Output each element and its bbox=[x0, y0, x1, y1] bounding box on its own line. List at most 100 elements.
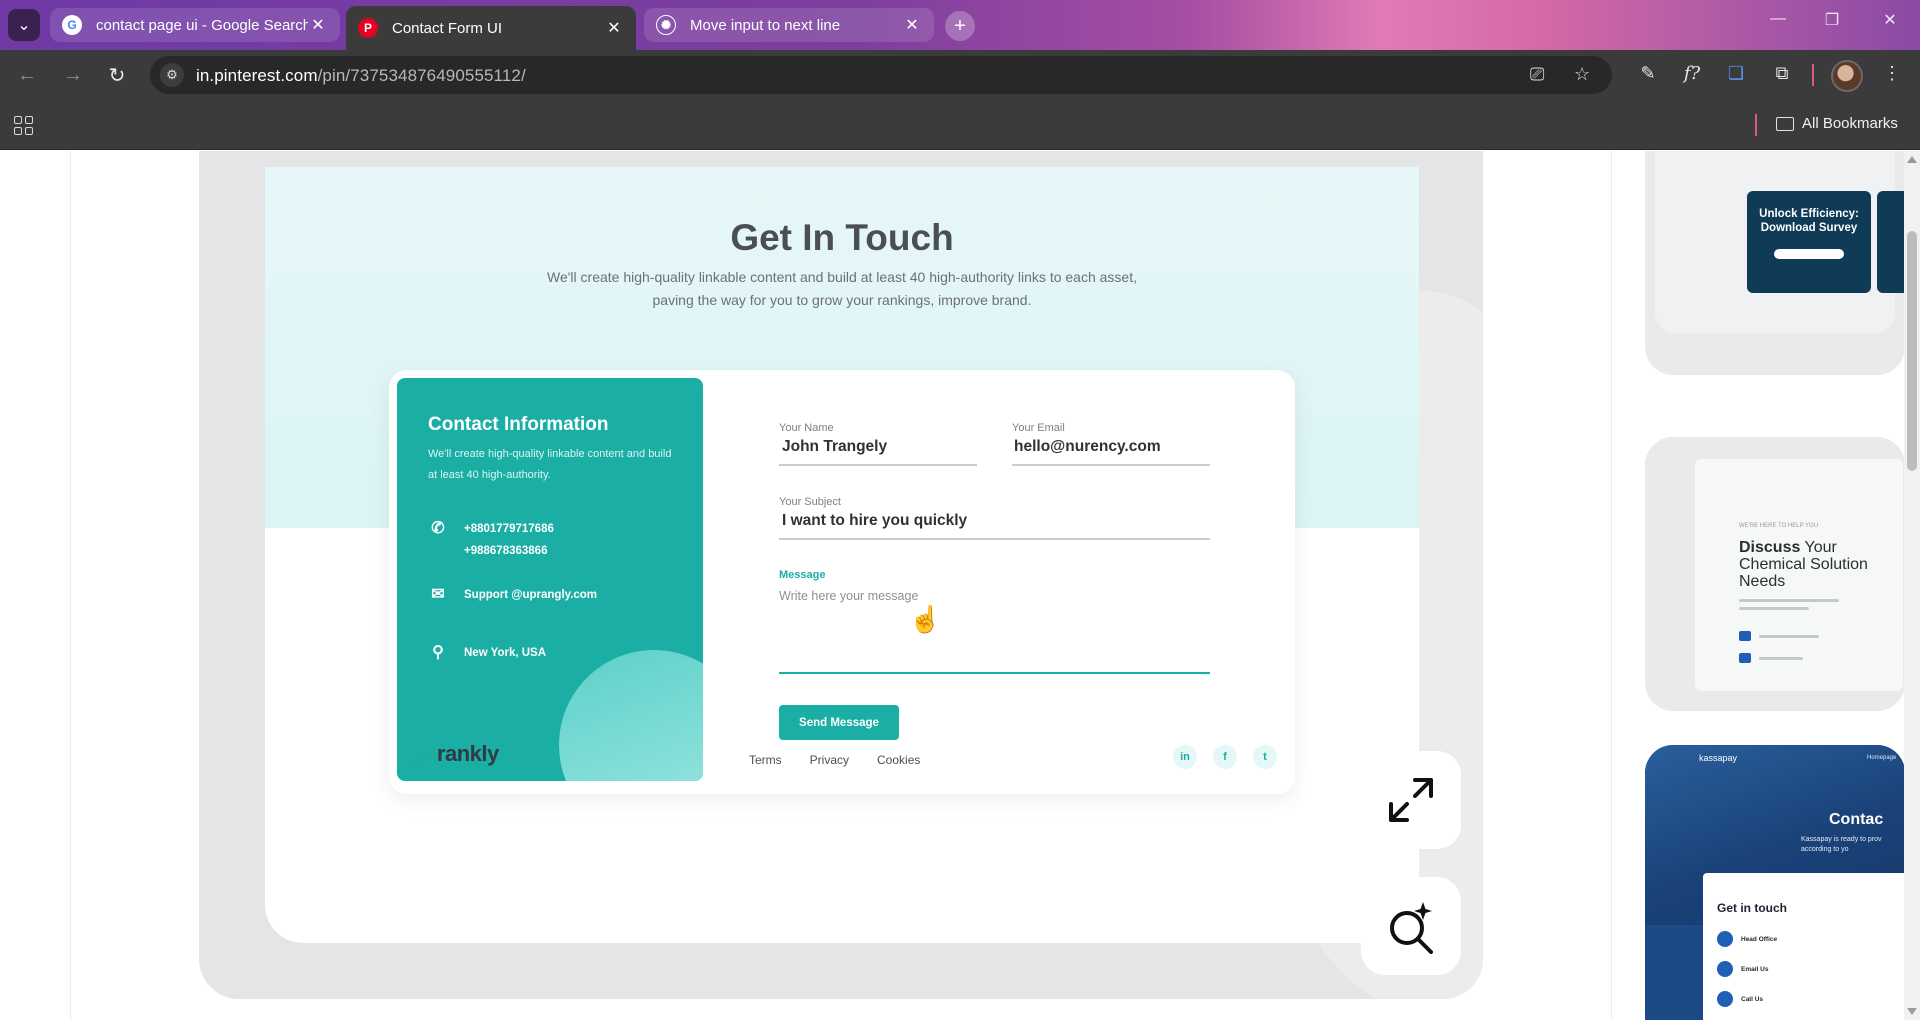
restore-icon[interactable]: ❐ bbox=[1812, 10, 1852, 30]
location-pin-icon: ⚲ bbox=[432, 644, 444, 661]
formula-extension-icon[interactable]: f? bbox=[1680, 63, 1704, 84]
forward-arrow-icon[interactable]: → bbox=[60, 62, 86, 88]
pin2-eyebrow: WE'RE HERE TO HELP YOU bbox=[1739, 523, 1819, 529]
location-pin-icon bbox=[1717, 931, 1733, 947]
pinterest-page: Get In Touch We'll create high-quality l… bbox=[0, 151, 1920, 1020]
reload-icon[interactable]: ↻ bbox=[104, 62, 130, 88]
copy-extension-icon[interactable]: ❏ bbox=[1724, 63, 1748, 84]
mail-icon: ✉ bbox=[431, 586, 445, 603]
chatgpt-icon: ✺ bbox=[656, 15, 676, 35]
all-bookmarks-button[interactable]: All Bookmarks bbox=[1776, 115, 1898, 132]
phone-icon bbox=[1717, 991, 1733, 1007]
pin-image-frame[interactable]: Get In Touch We'll create high-quality l… bbox=[199, 151, 1483, 999]
twitter-icon: t bbox=[1253, 745, 1277, 769]
pin-detail-column: Get In Touch We'll create high-quality l… bbox=[70, 151, 1612, 1020]
close-window-icon[interactable]: ✕ bbox=[1870, 10, 1910, 30]
pin3-panel-title: Get in touch bbox=[1717, 901, 1787, 915]
close-icon[interactable]: ✕ bbox=[604, 18, 624, 38]
message-label: Message bbox=[779, 569, 826, 581]
tab-title: Move input to next line bbox=[690, 16, 841, 34]
pin2-text-line bbox=[1739, 599, 1839, 602]
related-pin-1-image: Unlock Efficiency: Download Survey bbox=[1655, 151, 1905, 333]
folder-icon bbox=[1776, 116, 1794, 131]
download-pill bbox=[1774, 249, 1844, 259]
back-arrow-icon[interactable]: ← bbox=[14, 62, 40, 88]
pin-image: Get In Touch We'll create high-quality l… bbox=[265, 167, 1419, 943]
email-label: Your Email bbox=[1012, 422, 1065, 434]
bookmarks-bar: All Bookmarks bbox=[0, 100, 1920, 150]
pin3-item: Head Office bbox=[1717, 931, 1777, 947]
scroll-down-icon[interactable] bbox=[1907, 1008, 1917, 1015]
visual-search-button[interactable] bbox=[1361, 877, 1461, 975]
page-title: Get In Touch bbox=[730, 217, 954, 258]
mail-icon bbox=[1717, 961, 1733, 977]
extensions-puzzle-icon[interactable]: ⧉ bbox=[1770, 63, 1794, 84]
expand-image-button[interactable] bbox=[1361, 751, 1461, 849]
phone-icon: ✆ bbox=[431, 520, 445, 537]
pin2-text-line bbox=[1759, 635, 1819, 638]
tab-google-search[interactable]: G contact page ui - Google Search ✕ bbox=[50, 8, 340, 42]
contact-form-card: Contact Information We'll create high-qu… bbox=[389, 370, 1295, 794]
message-placeholder: Write here your message bbox=[779, 589, 919, 603]
pinterest-icon: P bbox=[358, 18, 378, 38]
toolbar-divider bbox=[1812, 64, 1814, 86]
related-pin-2-image: WE'RE HERE TO HELP YOU Discuss Your Chem… bbox=[1695, 459, 1903, 691]
subject-label: Your Subject bbox=[779, 496, 841, 508]
bookmark-star-icon[interactable]: ☆ bbox=[1574, 64, 1590, 85]
install-app-icon[interactable]: ⎚ bbox=[1530, 64, 1544, 85]
footer-social-icons: in f t bbox=[1173, 745, 1277, 769]
email-row: ✉ Support @uprangly.com bbox=[428, 584, 597, 606]
profile-avatar[interactable] bbox=[1831, 60, 1863, 92]
decorative-circle bbox=[559, 650, 703, 781]
more-menu-icon[interactable]: ⋮ bbox=[1880, 63, 1904, 84]
message-underline bbox=[779, 672, 1210, 674]
facebook-icon: f bbox=[1213, 745, 1237, 769]
pen-extension-icon[interactable]: ✎ bbox=[1636, 63, 1660, 84]
phone-row: ✆ +8801779717686 +988678363866 bbox=[428, 518, 554, 562]
footer-link-cookies: Cookies bbox=[877, 753, 921, 767]
survey-card-title: Unlock Efficiency: Download Survey bbox=[1759, 208, 1859, 234]
survey-card: Unlock Efficiency: Download Survey bbox=[1747, 191, 1871, 293]
pin3-heading: Contac bbox=[1829, 811, 1884, 828]
pin3-item: Call Us bbox=[1717, 991, 1763, 1007]
scrollbar-thumb[interactable] bbox=[1907, 231, 1917, 471]
address-bar[interactable]: ⚙ in.pinterest.com/pin/73753487649055511… bbox=[150, 56, 1612, 94]
footer-links: Terms Privacy Cookies bbox=[749, 753, 920, 767]
close-icon[interactable]: ✕ bbox=[902, 15, 922, 35]
pin3-subtext: Kassapay is ready to prov according to y… bbox=[1801, 836, 1882, 853]
linkedin-icon: in bbox=[1173, 745, 1197, 769]
related-pin-2[interactable]: WE'RE HERE TO HELP YOU Discuss Your Chem… bbox=[1645, 437, 1905, 711]
pin3-panel: Get in touch Head Office Email Us Call U… bbox=[1703, 873, 1905, 1020]
survey-card-partial bbox=[1877, 191, 1905, 293]
email-underline bbox=[1012, 464, 1210, 466]
apps-grid-icon[interactable] bbox=[14, 116, 34, 136]
google-icon: G bbox=[62, 15, 82, 35]
site-info-icon[interactable]: ⚙ bbox=[160, 63, 184, 87]
lens-search-icon bbox=[1390, 902, 1433, 954]
related-pin-1[interactable]: Unlock Efficiency: Download Survey bbox=[1645, 151, 1905, 375]
scroll-up-icon[interactable] bbox=[1907, 156, 1917, 163]
related-pin-3[interactable]: kassapay Homepage Contac Kassapay is rea… bbox=[1645, 745, 1905, 1020]
mail-icon bbox=[1739, 631, 1751, 641]
tab-search-button[interactable]: ⌄ bbox=[8, 9, 40, 41]
tab-strip: ⌄ G contact page ui - Google Search ✕ P … bbox=[0, 0, 1920, 50]
chevron-down-icon: ⌄ bbox=[17, 17, 31, 34]
page-subtitle: We'll create high-quality linkable conte… bbox=[547, 269, 1137, 308]
close-icon[interactable]: ✕ bbox=[308, 15, 328, 35]
footer-link-terms: Terms bbox=[749, 753, 782, 767]
location-row: ⚲ New York, USA bbox=[428, 642, 546, 664]
pin3-item: Email Us bbox=[1717, 961, 1768, 977]
expand-arrows-icon bbox=[1389, 778, 1433, 822]
minimize-icon[interactable]: — bbox=[1758, 10, 1798, 28]
new-tab-button[interactable]: + bbox=[945, 11, 975, 41]
page-scrollbar[interactable] bbox=[1904, 151, 1920, 1020]
subject-underline bbox=[779, 538, 1210, 540]
phone-number-2: +988678363866 bbox=[464, 545, 548, 557]
location-text: New York, USA bbox=[464, 647, 547, 659]
email-field: hello@nurency.com bbox=[1014, 438, 1161, 455]
tab-move-input[interactable]: ✺ Move input to next line ✕ bbox=[644, 8, 934, 42]
tab-title: Contact Form UI bbox=[392, 19, 503, 37]
browser-toolbar: ← → ↻ ⚙ in.pinterest.com/pin/73753487649… bbox=[0, 50, 1920, 100]
tab-contact-form-ui[interactable]: P Contact Form UI ✕ bbox=[346, 6, 636, 50]
url-text[interactable]: in.pinterest.com/pin/737534876490555112/ bbox=[196, 66, 526, 86]
